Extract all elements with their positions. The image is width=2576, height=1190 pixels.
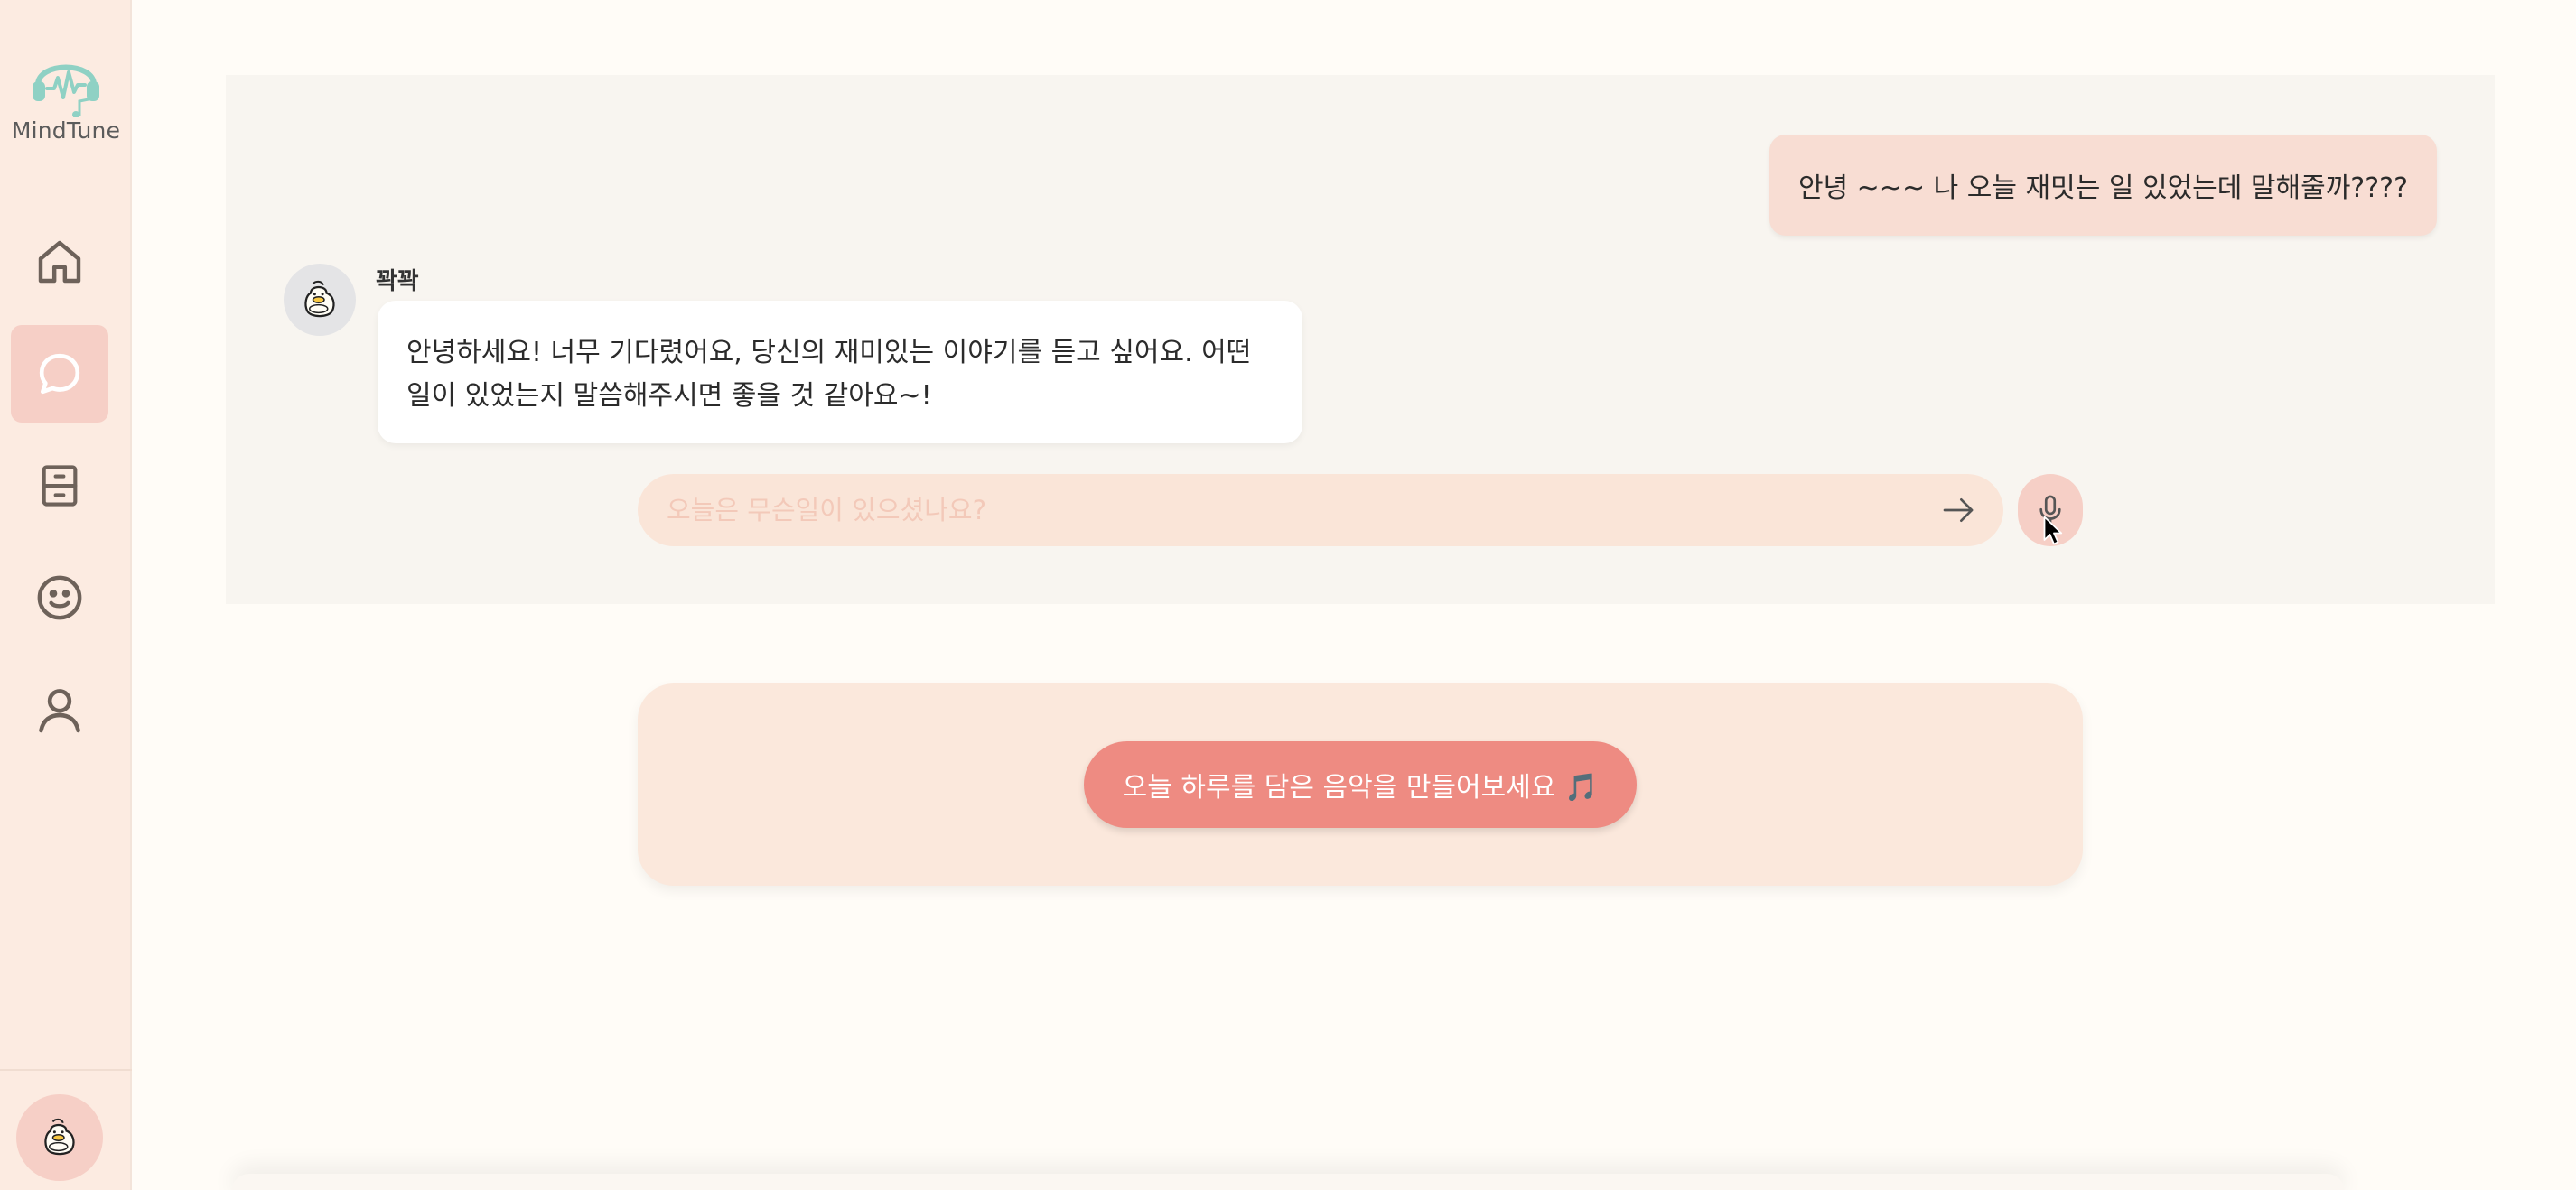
- arrow-right-icon: [1943, 498, 1974, 522]
- user-message-text: 안녕 ~~~ 나 오늘 재밋는 일 있었는데 말해줄까????: [1797, 172, 2408, 204]
- bot-message-bubble: 안녕하세요! 너무 기다렸어요, 당신의 재미있는 이야기를 듣고 싶어요. 어…: [378, 301, 1302, 443]
- duck-avatar-icon: [44, 1118, 75, 1156]
- sidebar: MindTune: [0, 0, 132, 1190]
- archive-icon: [42, 465, 78, 507]
- bot-message-line: 일이 있었는지 말씀해주시면 좋을 것 같아요~!: [406, 380, 932, 412]
- bottom-panel-edge: [231, 1174, 2345, 1190]
- chat-icon: [39, 353, 80, 395]
- headphones-logo-icon: [33, 64, 99, 117]
- nav-chat[interactable]: [11, 325, 108, 423]
- app-root: MindTune 안녕 ~~~ 나 오늘 재밋는 일 있었는데 말해줄까????…: [0, 0, 2576, 1190]
- bot-message-line: 안녕하세요! 너무 기다렸어요, 당신의 재미있는 이야기를 듣고 싶어요. 어…: [406, 337, 1252, 368]
- profile-avatar[interactable]: [16, 1094, 103, 1181]
- bot-name: 꽉꽉: [376, 268, 419, 295]
- make-music-button[interactable]: 오늘 하루를 담은 음악을 만들어보세요 🎵: [1084, 741, 1637, 828]
- user-message-bubble: 안녕 ~~~ 나 오늘 재밋는 일 있었는데 말해줄까????: [1769, 135, 2437, 236]
- logo[interactable]: MindTune: [0, 45, 132, 144]
- nav-home[interactable]: [11, 213, 108, 311]
- music-card: 오늘 하루를 담은 음악을 만들어보세요 🎵: [638, 683, 2083, 886]
- nav-archive[interactable]: [11, 437, 108, 535]
- sidebar-footer: [0, 1069, 132, 1190]
- nav-mood[interactable]: [11, 549, 108, 646]
- app-name: MindTune: [11, 117, 121, 144]
- message-input-bar: [638, 474, 2003, 546]
- mouse-cursor-icon: [2043, 516, 2063, 545]
- nav-profile[interactable]: [11, 661, 108, 758]
- message-input[interactable]: [667, 474, 1913, 546]
- chat-panel: 안녕 ~~~ 나 오늘 재밋는 일 있었는데 말해줄까???? 꽉꽉 안녕하세요…: [226, 75, 2495, 604]
- user-icon: [39, 689, 80, 733]
- bot-avatar: [284, 264, 356, 336]
- smiley-icon: [37, 575, 82, 620]
- duck-avatar-icon: [304, 280, 335, 318]
- home-icon: [38, 240, 81, 284]
- send-button[interactable]: [1938, 490, 1978, 530]
